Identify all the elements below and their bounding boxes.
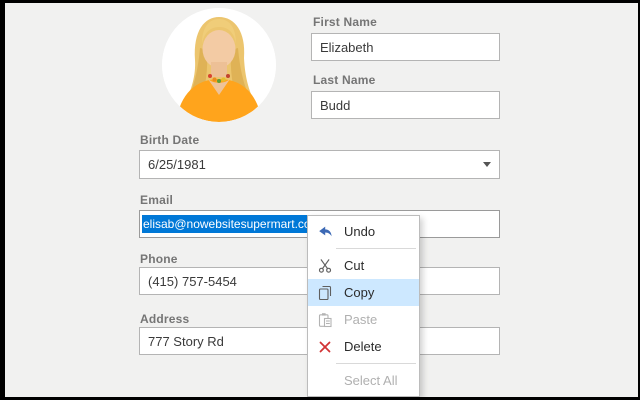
- menu-item-delete[interactable]: Delete: [308, 333, 419, 360]
- email-selected-text: elisab@nowebsitesupermart.co: [142, 215, 312, 233]
- birth-date-input[interactable]: [139, 150, 500, 179]
- last-name-input[interactable]: [311, 91, 500, 119]
- menu-item-copy[interactable]: Copy: [308, 279, 419, 306]
- copy-icon: [317, 285, 333, 301]
- birth-date-label: Birth Date: [140, 133, 199, 147]
- menu-item-label: Delete: [344, 339, 382, 354]
- paste-icon: [317, 312, 333, 328]
- birth-date-combobox[interactable]: [139, 150, 500, 179]
- context-menu: Undo Cut: [307, 215, 420, 397]
- undo-icon: [317, 224, 333, 240]
- delete-icon: [317, 339, 333, 355]
- avatar: [162, 8, 276, 122]
- empty-icon-slot: [317, 373, 333, 389]
- menu-item-label: Paste: [344, 312, 377, 327]
- woman-portrait-photo: [162, 8, 276, 122]
- first-name-label: First Name: [313, 15, 377, 29]
- first-name-input[interactable]: [311, 33, 500, 61]
- menu-item-label: Cut: [344, 258, 364, 273]
- menu-separator: [336, 363, 416, 364]
- cut-icon: [317, 258, 333, 274]
- menu-separator: [336, 248, 416, 249]
- menu-item-paste[interactable]: Paste: [308, 306, 419, 333]
- menu-item-undo[interactable]: Undo: [308, 218, 419, 245]
- screenshot-frame: First Name Last Name Birth Date Email el…: [0, 0, 640, 400]
- last-name-label: Last Name: [313, 73, 376, 87]
- menu-item-select-all[interactable]: Select All: [308, 367, 419, 394]
- email-label: Email: [140, 193, 173, 207]
- menu-item-label: Undo: [344, 224, 375, 239]
- phone-label: Phone: [140, 252, 178, 266]
- menu-item-cut[interactable]: Cut: [308, 252, 419, 279]
- menu-item-label: Select All: [344, 373, 397, 388]
- address-label: Address: [140, 312, 189, 326]
- menu-item-label: Copy: [344, 285, 374, 300]
